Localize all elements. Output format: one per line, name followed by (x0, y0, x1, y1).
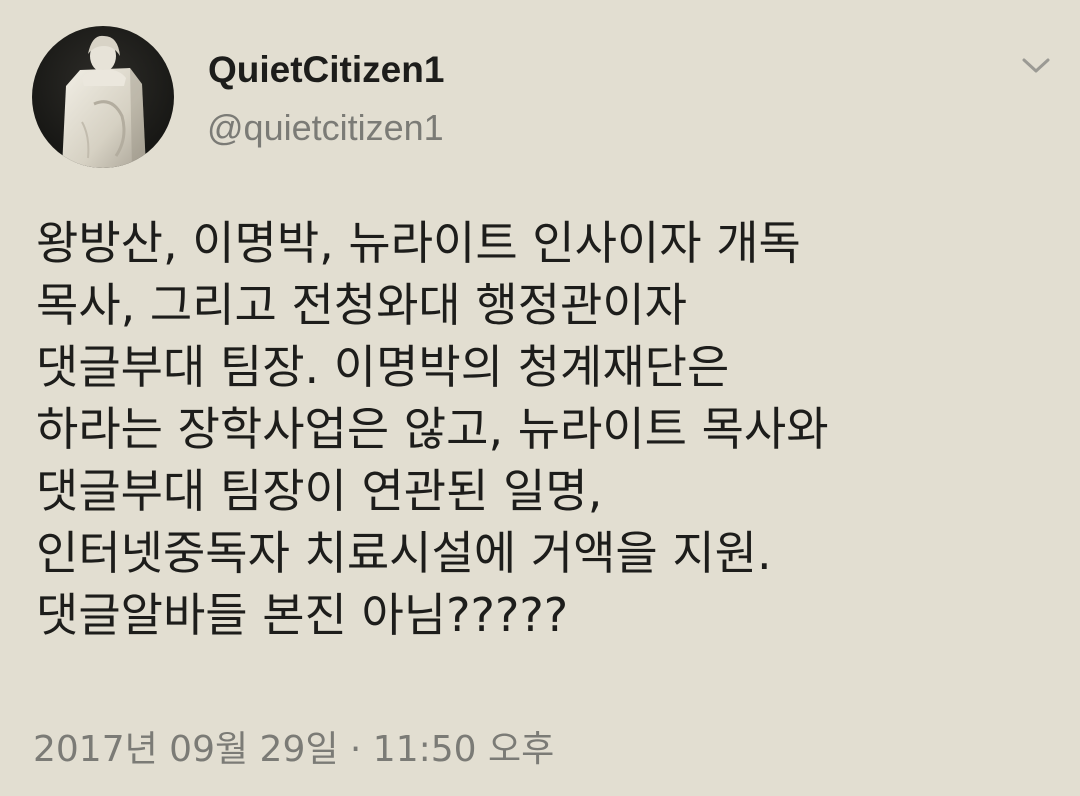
tweet-menu-button[interactable] (1014, 46, 1058, 86)
tweet-timestamp: 2017년 09월 29일 · 11:50 오후 (33, 729, 555, 770)
chevron-down-icon (1022, 58, 1050, 73)
tweet-text-line: 왕방산, 이명박, 뉴라이트 인사이자 개독 (36, 216, 801, 270)
tweet-text: 왕방산, 이명박, 뉴라이트 인사이자 개독 목사, 그리고 전청와대 행정관이… (36, 212, 1056, 646)
tweet-card: QuietCitizen1 @quietcitizen1 왕방산, 이명박, 뉴… (0, 0, 1080, 796)
tweet-text-line: 인터넷중독자 치료시설에 거액을 지원. (36, 526, 772, 580)
tweet-text-line: 댓글부대 팀장이 연관된 일명, (36, 464, 603, 518)
avatar[interactable] (32, 26, 174, 168)
tweet-text-line: 목사, 그리고 전청와대 행정관이자 (36, 278, 687, 332)
author-handle[interactable]: @quietcitizen1 (207, 104, 444, 152)
author-display-name[interactable]: QuietCitizen1 (208, 46, 444, 94)
tweet-text-line: 댓글알바들 본진 아님????? (36, 588, 569, 642)
statue-photo-avatar-icon (32, 26, 174, 168)
tweet-text-line: 댓글부대 팀장. 이명박의 청계재단은 (36, 340, 730, 394)
tweet-text-line: 하라는 장학사업은 않고, 뉴라이트 목사와 (36, 402, 829, 456)
